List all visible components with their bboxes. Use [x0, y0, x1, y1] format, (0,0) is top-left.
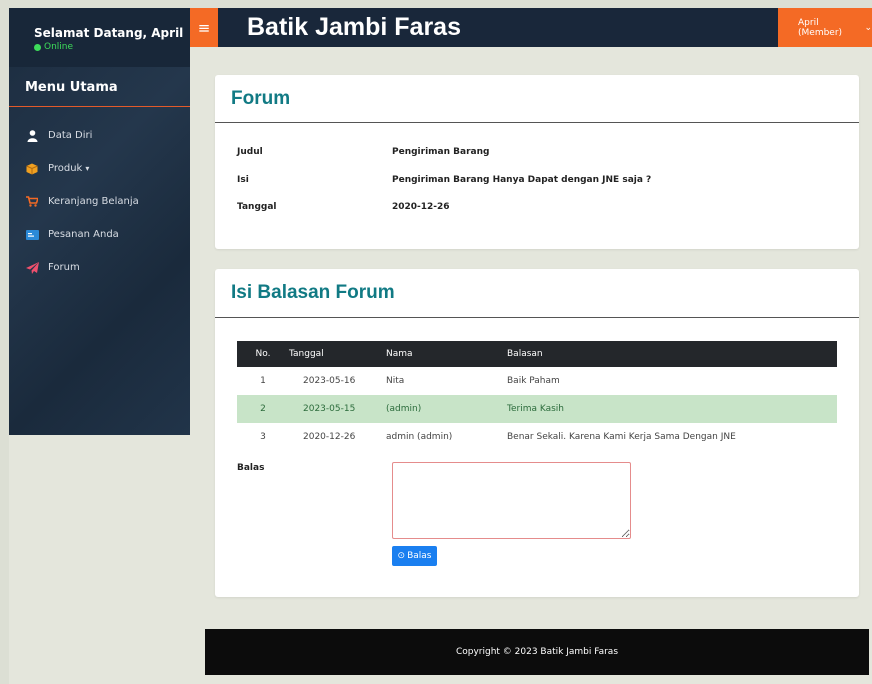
column-header-no: No. — [237, 341, 289, 367]
user-dropdown-label: April (Member) — [798, 17, 843, 38]
cell-tanggal: 2023-05-16 — [303, 376, 356, 386]
cell-balasan: Terima Kasih — [507, 395, 837, 423]
cell-tanggal: 2020-12-26 — [303, 432, 356, 442]
sidebar-user-panel: Selamat Datang, April Online — [9, 8, 190, 67]
cell-no: 3 — [260, 432, 266, 442]
replies-title: Isi Balasan Forum — [231, 282, 395, 303]
column-header-tanggal: Tanggal — [289, 341, 386, 367]
cell-balasan: Benar Sekali. Karena Kami Kerja Sama Den… — [507, 432, 736, 442]
sidebar-item-keranjang[interactable]: Keranjang Belanja — [9, 185, 190, 218]
cart-icon — [25, 196, 39, 208]
sidebar: Selamat Datang, April Online Menu Utama … — [9, 8, 190, 435]
column-header-balasan: Balasan — [507, 341, 837, 367]
cell-balasan: Baik Paham — [507, 376, 560, 386]
box-icon — [25, 163, 39, 175]
sidebar-item-label: Produk — [48, 163, 83, 174]
circle-icon: ⊙ — [397, 551, 406, 561]
sidebar-item-label: Pesanan Anda — [48, 229, 119, 240]
cell-no: 1 — [260, 376, 266, 386]
table-header-row: No. Tanggal Nama Balasan — [237, 341, 837, 367]
tanggal-value: 2020-12-26 — [392, 202, 450, 212]
table-row: 1 2023-05-16 Nita Baik Paham — [237, 367, 837, 395]
isi-value: Pengiriman Barang Hanya Dapat dengan JNE… — [392, 175, 652, 185]
replies-table: No. Tanggal Nama Balasan 1 2023-05-16 Ni… — [237, 341, 837, 451]
brand-title: Batik Jambi Faras — [247, 13, 461, 41]
user-dropdown[interactable]: April (Member) ⌄ — [778, 8, 872, 47]
reply-label: Balas — [237, 463, 265, 473]
user-icon — [25, 129, 39, 142]
replies-divider — [215, 317, 859, 318]
reply-submit-button[interactable]: ⊙ Balas — [392, 546, 437, 566]
sidebar-menu: Data Diri Produk ▾ Keranjang Belanja Pes… — [9, 107, 190, 284]
replies-card: Isi Balasan Forum No. Tanggal Nama Balas… — [215, 269, 859, 597]
paper-plane-icon — [25, 261, 39, 274]
isi-label: Isi — [237, 175, 249, 185]
sidebar-item-label: Data Diri — [48, 130, 93, 141]
sidebar-item-data-diri[interactable]: Data Diri — [9, 119, 190, 152]
sidebar-item-label: Forum — [48, 262, 80, 273]
cell-nama: (admin) — [386, 395, 507, 423]
cell-no: 2 — [237, 395, 289, 423]
judul-label: Judul — [237, 147, 263, 157]
online-status: Online — [34, 42, 190, 52]
reply-button-label: Balas — [407, 551, 432, 561]
forum-title: Forum — [231, 88, 291, 109]
top-header: ≡ Batik Jambi Faras April (Member) ⌄ — [190, 8, 872, 47]
table-row: 2 2023-05-15 (admin) Terima Kasih — [237, 395, 837, 423]
copyright-text: Copyright © 2023 Batik Jambi Faras — [455, 647, 619, 657]
menu-toggle-button[interactable]: ≡ — [190, 8, 218, 47]
welcome-text: Selamat Datang, April — [34, 26, 184, 40]
sidebar-item-produk[interactable]: Produk ▾ — [9, 152, 190, 185]
sidebar-item-pesanan[interactable]: Pesanan Anda — [9, 218, 190, 251]
reply-textarea[interactable] — [392, 462, 631, 539]
caret-down-icon: ▾ — [85, 164, 90, 173]
online-dot-icon — [34, 43, 41, 51]
sidebar-item-forum[interactable]: Forum — [9, 251, 190, 284]
sidebar-item-label: Keranjang Belanja — [48, 196, 139, 207]
footer: Copyright © 2023 Batik Jambi Faras — [205, 629, 869, 675]
menu-title: Menu Utama — [9, 67, 190, 107]
online-status-label: Online — [44, 42, 74, 52]
table-row: 3 2020-12-26 admin (admin) Benar Sekali.… — [237, 423, 837, 451]
cell-nama: admin (admin) — [386, 432, 453, 442]
orders-icon — [25, 229, 39, 241]
chevron-down-icon: ⌄ — [864, 22, 872, 33]
cell-tanggal: 2023-05-15 — [289, 395, 386, 423]
column-header-nama: Nama — [386, 341, 507, 367]
hamburger-icon: ≡ — [197, 18, 211, 37]
forum-divider — [215, 122, 859, 123]
forum-card: Forum Judul Pengiriman Barang Isi Pengir… — [215, 75, 859, 249]
cell-nama: Nita — [386, 376, 405, 386]
judul-value: Pengiriman Barang — [392, 147, 490, 157]
tanggal-label: Tanggal — [237, 202, 277, 212]
